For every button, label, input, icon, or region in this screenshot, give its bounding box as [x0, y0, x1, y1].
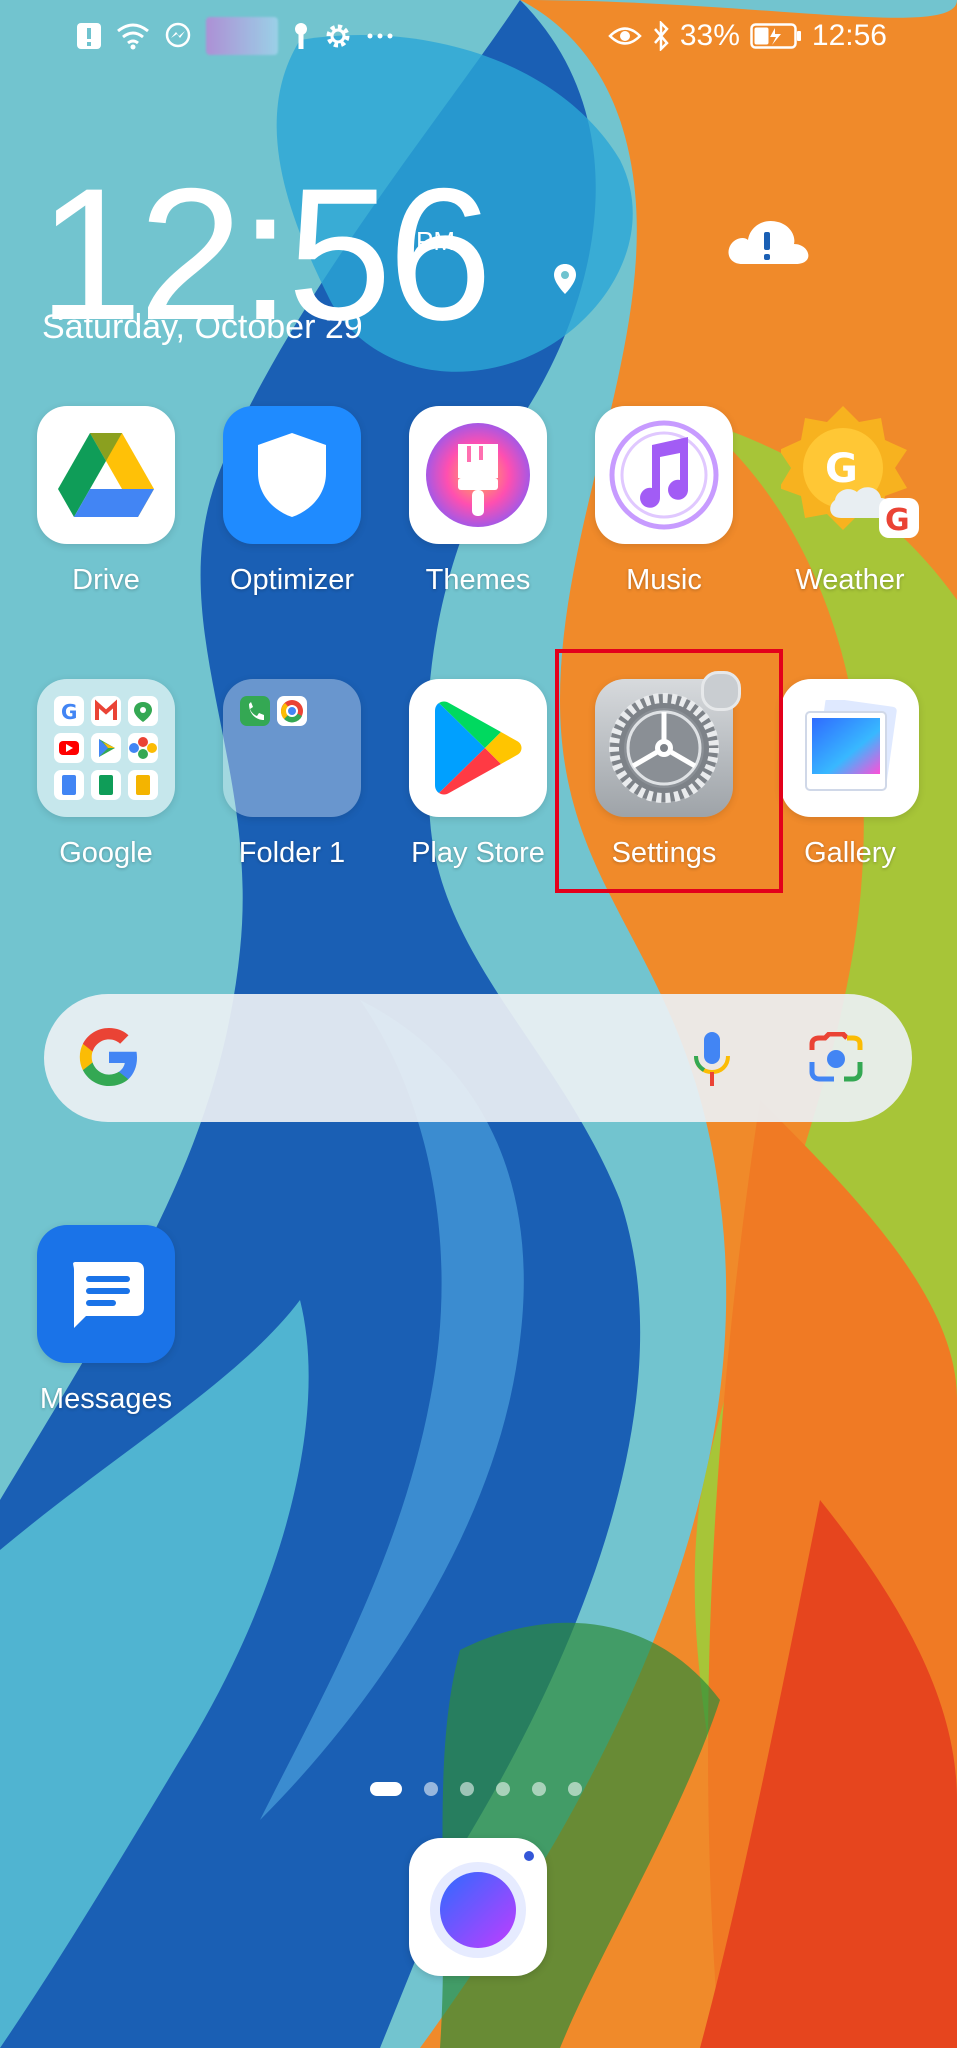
app-label: Optimizer	[229, 564, 355, 596]
messages-icon	[37, 1225, 175, 1363]
page-dot[interactable]	[532, 1782, 546, 1796]
lens-camera-icon[interactable]	[808, 1032, 864, 1082]
music-note-icon	[595, 406, 733, 544]
page-dot[interactable]	[460, 1782, 474, 1796]
app-label: Music	[626, 564, 702, 596]
status-bar-left	[76, 16, 394, 56]
svg-text:G: G	[885, 503, 910, 538]
settings-highlight-box	[555, 649, 783, 893]
page-dot[interactable]	[496, 1782, 510, 1796]
wifi-icon	[117, 23, 149, 50]
app-label: Drive	[72, 564, 140, 596]
more-icon	[367, 33, 393, 39]
app-themes[interactable]: Themes	[403, 406, 553, 597]
app-label: Messages	[39, 1383, 173, 1415]
battery-icon	[750, 23, 801, 49]
drive-icon	[37, 406, 175, 544]
app-optimizer[interactable]: Optimizer	[217, 406, 367, 597]
play-store-icon	[409, 679, 547, 817]
location-pin-icon	[554, 264, 576, 294]
dock-camera-app[interactable]	[409, 1838, 547, 1976]
app-label: Weather	[795, 564, 905, 596]
weather-sun-icon: G G	[781, 406, 919, 544]
messenger-icon	[165, 22, 191, 48]
page-indicator[interactable]	[370, 1782, 582, 1796]
key-icon	[295, 23, 307, 49]
app-folder-1[interactable]: Folder 1	[217, 679, 367, 870]
status-bar-right: 33% 12:56	[608, 16, 887, 56]
google-search-bar[interactable]	[44, 994, 912, 1122]
folder-icon	[223, 679, 361, 817]
app-gallery[interactable]: Gallery	[775, 679, 925, 870]
app-google-folder[interactable]: G Google	[31, 679, 181, 870]
app-label: Gallery	[804, 837, 896, 869]
page-dot[interactable]	[424, 1782, 438, 1796]
optimizer-shield-icon	[223, 406, 361, 544]
app-label: Play Store	[411, 837, 545, 869]
themes-brush-icon	[409, 406, 547, 544]
eye-icon	[608, 27, 642, 45]
app-drive[interactable]: Drive	[31, 406, 181, 597]
bluetooth-icon	[653, 21, 669, 51]
app-messages[interactable]: Messages	[31, 1225, 181, 1416]
app-label: Folder 1	[238, 837, 346, 869]
camera-lens-icon	[430, 1851, 534, 1958]
page-dot[interactable]	[568, 1782, 582, 1796]
gear-icon	[326, 24, 350, 48]
app-weather[interactable]: G G Weather	[775, 406, 925, 597]
status-time: 12:56	[811, 19, 887, 52]
app-music[interactable]: Music	[589, 406, 739, 597]
page-dot-active[interactable]	[370, 1782, 402, 1796]
google-folder-icon: G	[37, 679, 175, 817]
google-logo-icon	[79, 1028, 137, 1086]
microphone-icon[interactable]	[690, 1030, 734, 1088]
clock-ampm: PM	[416, 226, 455, 256]
redacted-notification	[206, 17, 278, 55]
app-label: Google	[59, 837, 153, 869]
app-play-store[interactable]: Play Store	[403, 679, 553, 870]
battery-percent: 33%	[679, 19, 740, 52]
alert-icon	[77, 23, 101, 49]
app-label: Themes	[425, 564, 531, 596]
weather-alert-icon[interactable]	[724, 214, 810, 270]
svg-text:G: G	[825, 446, 858, 492]
clock-date[interactable]: Saturday, October 29	[42, 308, 363, 347]
gallery-icon	[781, 679, 919, 817]
svg-text:G: G	[61, 700, 77, 724]
